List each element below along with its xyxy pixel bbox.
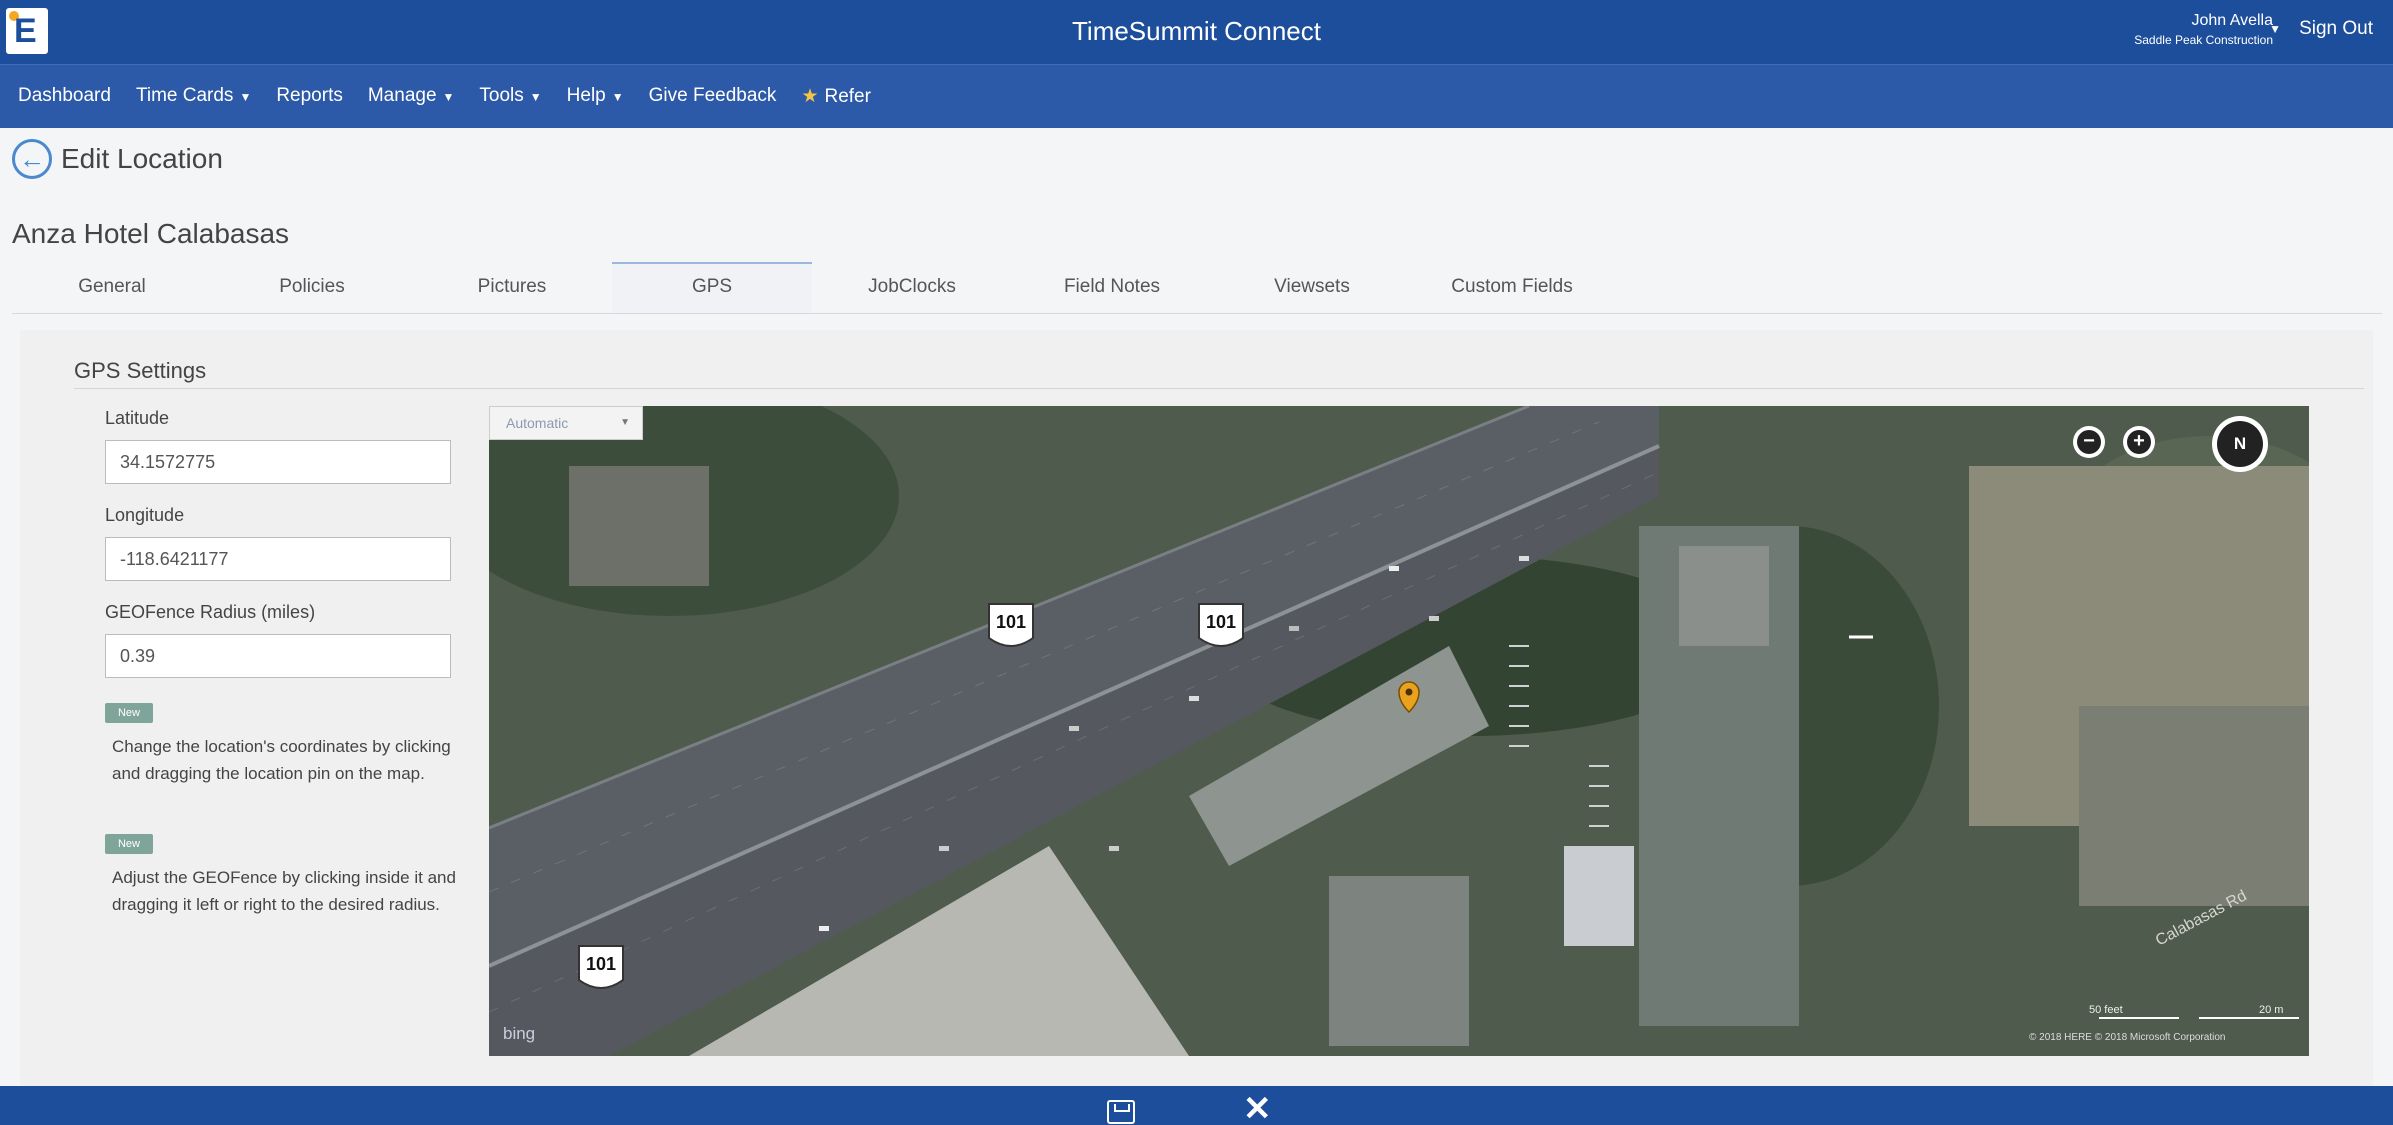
longitude-label: Longitude xyxy=(105,505,185,525)
plus-icon: + xyxy=(2127,430,2151,454)
app-title: TimeSummit Connect xyxy=(1072,16,1321,46)
map-mode-dropdown[interactable]: Automatic ▼ xyxy=(489,406,643,440)
company-name: Saddle Peak Construction xyxy=(2134,33,2273,47)
map-imagery: 101 101101Calabasas Rd xyxy=(489,406,2309,1056)
highway-shield-label: 101 xyxy=(1206,612,1236,632)
satellite-map[interactable]: 101 101 101 Calabasas Rd Automatic ▼ − + N … xyxy=(489,406,2309,1056)
user-chevron-down-icon[interactable]: ▼ xyxy=(2269,22,2281,36)
nav-give-feedback[interactable]: Give Feedback xyxy=(649,85,777,108)
close-icon[interactable]: ✕ xyxy=(1243,1092,1272,1125)
zoom-in-button[interactable]: + xyxy=(2123,426,2155,458)
tab-pictures[interactable]: Pictures xyxy=(412,262,612,313)
nav-manage[interactable]: Manage ▼ xyxy=(368,85,455,108)
user-name: John Avella xyxy=(2191,12,2273,29)
tab-custom-fields[interactable]: Custom Fields xyxy=(1412,262,1612,313)
section-title: GPS Settings xyxy=(74,358,207,383)
star-icon: ★ xyxy=(801,86,819,107)
geofence-radius-field[interactable] xyxy=(105,634,451,678)
nav-help[interactable]: Help ▼ xyxy=(567,85,624,108)
nav-dashboard[interactable]: Dashboard xyxy=(18,85,111,108)
chevron-down-icon: ▼ xyxy=(611,90,624,104)
bottom-action-bar: ✕ xyxy=(0,1086,2393,1125)
tab-viewsets[interactable]: Viewsets xyxy=(1212,262,1412,313)
main-nav: Dashboard Time Cards ▼ Reports Manage ▼ To… xyxy=(0,64,2393,128)
nav-reports[interactable]: Reports xyxy=(276,85,343,108)
tab-general[interactable]: General xyxy=(12,262,212,313)
tab-jobclocks[interactable]: JobClocks xyxy=(812,262,1012,313)
chevron-down-icon: ▼ xyxy=(239,90,252,104)
back-arrow-icon[interactable]: ← xyxy=(12,139,52,179)
chevron-down-icon: ▼ xyxy=(529,90,542,104)
zoom-out-button[interactable]: − xyxy=(2073,426,2105,458)
tab-policies[interactable]: Policies xyxy=(212,262,412,313)
save-icon[interactable] xyxy=(1107,1100,1135,1124)
user-menu[interactable]: John Avella Saddle Peak Construction xyxy=(2134,12,2273,47)
divider xyxy=(74,388,2364,389)
scale-meters: 20 m xyxy=(2259,1004,2284,1016)
chevron-down-icon: ▼ xyxy=(620,417,630,428)
radius-label: GEOFence Radius (miles) xyxy=(105,602,316,622)
chevron-down-icon: ▼ xyxy=(442,90,455,104)
bing-logo: bing xyxy=(503,1024,536,1043)
latitude-label: Latitude xyxy=(105,408,170,428)
tab-field-notes[interactable]: Field Notes xyxy=(1012,262,1212,313)
scale-feet: 50 feet xyxy=(2089,1004,2123,1016)
minus-icon: − xyxy=(2077,430,2101,454)
tab-bar: General Policies Pictures GPS JobClocks … xyxy=(12,262,2382,314)
new-badge: New xyxy=(105,703,153,723)
tab-gps[interactable]: GPS xyxy=(612,262,812,313)
nav-refer[interactable]: ★ Refer xyxy=(801,85,871,108)
nav-tools[interactable]: Tools ▼ xyxy=(479,85,541,108)
compass-icon: N xyxy=(2217,421,2263,467)
title-bar: E TimeSummit Connect John Avella Saddle … xyxy=(0,0,2393,64)
highway-shield-label: 101 xyxy=(996,612,1026,632)
help-geofence: Adjust the GEOFence by clicking inside i… xyxy=(112,868,456,914)
new-badge: New xyxy=(105,834,153,854)
map-copyright: © 2018 HERE © 2018 Microsoft Corporation xyxy=(2029,1032,2226,1043)
page-title: Edit Location xyxy=(61,143,223,174)
help-coordinates: Change the location's coordinates by cli… xyxy=(112,737,451,783)
sign-out-link[interactable]: Sign Out xyxy=(2299,18,2373,40)
longitude-field[interactable] xyxy=(105,537,451,581)
nav-time-cards[interactable]: Time Cards ▼ xyxy=(136,85,251,108)
compass-button[interactable]: N xyxy=(2212,416,2268,472)
latitude-field[interactable] xyxy=(105,440,451,484)
location-name: Anza Hotel Calabasas xyxy=(12,218,290,249)
highway-shield-label: 101 xyxy=(586,954,616,974)
